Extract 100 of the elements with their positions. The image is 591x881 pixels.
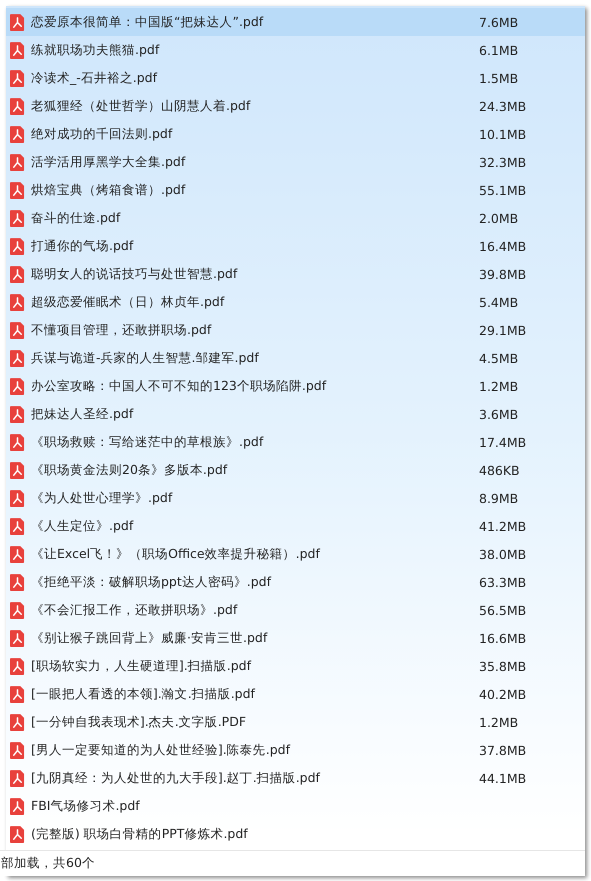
file-row[interactable]: 《拒绝平淡：破解职场ppt达人密码》.pdf 63.3MB: [6, 568, 585, 596]
file-row[interactable]: [一分钟自我表现术].杰夫.文字版.PDF 1.2MB: [6, 708, 585, 736]
file-name: 烘焙宝典（烤箱食谱）.pdf: [31, 182, 186, 198]
file-size: 1.2MB: [479, 378, 518, 394]
file-name: 打通你的气场.pdf: [31, 238, 134, 254]
file-name: 绝对成功的千回法则.pdf: [31, 126, 174, 142]
pdf-file-icon: [10, 14, 25, 30]
pdf-file-icon: [10, 546, 25, 562]
pdf-file-icon: [10, 602, 25, 618]
file-name: [职场软实力，人生硬道理].扫描版.pdf: [31, 658, 252, 674]
file-row[interactable]: 《职场救赎：写给迷茫中的草根族》.pdf 17.4MB: [6, 428, 585, 456]
file-name: (完整版) 职场白骨精的PPT修炼术.pdf: [31, 826, 249, 842]
file-size: 55.1MB: [479, 182, 526, 198]
file-row[interactable]: 恋爱原本很简单：中国版“把妹达人”.pdf 7.6MB: [6, 8, 585, 36]
file-name: 活学活用厚黑学大全集.pdf: [31, 154, 186, 170]
file-size: 32.3MB: [479, 154, 526, 170]
pdf-file-icon: [10, 266, 25, 282]
pdf-file-icon: [10, 518, 25, 534]
pdf-file-icon: [10, 742, 25, 758]
file-row[interactable]: [九阴真经：为人处世的九大手段].赵丁.扫描版.pdf 44.1MB: [6, 764, 585, 792]
file-name: 《为人处世心理学》.pdf: [31, 490, 174, 506]
file-row[interactable]: [男人一定要知道的为人处世经验].陈泰先.pdf 37.8MB: [6, 736, 585, 764]
file-row[interactable]: 绝对成功的千回法则.pdf 10.1MB: [6, 120, 585, 148]
file-size: 6.1MB: [479, 42, 518, 58]
file-row[interactable]: 超级恋爱催眠术（日）林贞年.pdf 5.4MB: [6, 288, 585, 316]
pdf-file-icon: [10, 826, 25, 842]
file-row[interactable]: 《职场黄金法则20条》多版本.pdf 486KB: [6, 456, 585, 484]
pdf-file-icon: [10, 490, 25, 506]
pdf-file-icon: [10, 462, 25, 478]
file-row[interactable]: 烘焙宝典（烤箱食谱）.pdf 55.1MB: [6, 176, 585, 204]
file-name: 超级恋爱催眠术（日）林贞年.pdf: [31, 294, 226, 310]
file-name: 《让Excel飞！》（职场Office效率提升秘籍）.pdf: [31, 546, 322, 562]
file-size: 24.3MB: [479, 98, 526, 114]
pdf-file-icon: [10, 322, 25, 338]
file-row[interactable]: 《不会汇报工作，还敢拼职场》.pdf 56.5MB: [6, 596, 585, 624]
file-row[interactable]: FBI气场修习术.pdf: [6, 792, 585, 820]
pdf-file-icon: [10, 658, 25, 674]
file-size: 3.6MB: [479, 406, 518, 422]
file-name: [一分钟自我表现术].杰夫.文字版.PDF: [31, 714, 248, 730]
file-row[interactable]: 不懂项目管理，还敢拼职场.pdf 29.1MB: [6, 316, 585, 344]
pdf-file-icon: [10, 406, 25, 422]
file-size: 16.4MB: [479, 238, 526, 254]
file-size: 486KB: [479, 462, 520, 478]
file-name: 兵谋与诡道-兵家的人生智慧.邹建军.pdf: [31, 350, 260, 366]
file-row[interactable]: 打通你的气场.pdf 16.4MB: [6, 232, 585, 260]
file-name: [九阴真经：为人处世的九大手段].赵丁.扫描版.pdf: [31, 770, 322, 786]
file-name: [男人一定要知道的为人处世经验].陈泰先.pdf: [31, 742, 292, 758]
pdf-file-icon: [10, 42, 25, 58]
file-size: 1.2MB: [479, 714, 518, 730]
file-size: 37.8MB: [479, 742, 526, 758]
pdf-file-icon: [10, 574, 25, 590]
pdf-file-icon: [10, 714, 25, 730]
file-name: 不懂项目管理，还敢拼职场.pdf: [31, 322, 212, 338]
file-name: 奋斗的仕途.pdf: [31, 210, 122, 226]
file-row[interactable]: 奋斗的仕途.pdf 2.0MB: [6, 204, 585, 232]
file-size: 35.8MB: [479, 658, 526, 674]
pdf-file-icon: [10, 70, 25, 86]
pdf-file-icon: [10, 238, 25, 254]
file-size: 40.2MB: [479, 686, 526, 702]
file-name: 《别让猴子跳回背上》威廉·安肯三世.pdf: [31, 630, 268, 646]
file-size: 38.0MB: [479, 546, 526, 562]
file-row[interactable]: 《让Excel飞！》（职场Office效率提升秘籍）.pdf 38.0MB: [6, 540, 585, 568]
file-row[interactable]: 办公室攻略：中国人不可不知的123个职场陷阱.pdf 1.2MB: [6, 372, 585, 400]
pdf-file-icon: [10, 798, 25, 814]
file-size: 5.4MB: [479, 294, 518, 310]
pdf-file-icon: [10, 378, 25, 394]
file-row[interactable]: 兵谋与诡道-兵家的人生智慧.邹建军.pdf 4.5MB: [6, 344, 585, 372]
file-size: 1.5MB: [479, 70, 518, 86]
pdf-file-icon: [10, 154, 25, 170]
pdf-file-icon: [10, 686, 25, 702]
file-name: 练就职场功夫熊猫.pdf: [31, 42, 160, 58]
pdf-file-icon: [10, 210, 25, 226]
file-row[interactable]: 老狐狸经（处世哲学）山阴慧人着.pdf 24.3MB: [6, 92, 585, 120]
file-row[interactable]: 活学活用厚黑学大全集.pdf 32.3MB: [6, 148, 585, 176]
file-row[interactable]: (完整版) 职场白骨精的PPT修炼术.pdf: [6, 820, 585, 848]
file-row[interactable]: [职场软实力，人生硬道理].扫描版.pdf 35.8MB: [6, 652, 585, 680]
pdf-file-icon: [10, 630, 25, 646]
file-row[interactable]: 聪明女人的说话技巧与处世智慧.pdf 39.8MB: [6, 260, 585, 288]
file-name: 恋爱原本很简单：中国版“把妹达人”.pdf: [31, 14, 264, 30]
file-size: 39.8MB: [479, 266, 526, 282]
file-row[interactable]: 冷读术_-石井裕之.pdf 1.5MB: [6, 64, 585, 92]
file-row[interactable]: 把妹达人圣经.pdf 3.6MB: [6, 400, 585, 428]
file-name: 把妹达人圣经.pdf: [31, 406, 134, 422]
file-name: 《不会汇报工作，还敢拼职场》.pdf: [31, 602, 238, 618]
file-name: 老狐狸经（处世哲学）山阴慧人着.pdf: [31, 98, 252, 114]
file-row[interactable]: 练就职场功夫熊猫.pdf 6.1MB: [6, 36, 585, 64]
file-size: 29.1MB: [479, 322, 526, 338]
pdf-file-icon: [10, 770, 25, 786]
file-size: 8.9MB: [479, 490, 518, 506]
file-row[interactable]: 《人生定位》.pdf 41.2MB: [6, 512, 585, 540]
file-name: 《职场黄金法则20条》多版本.pdf: [31, 462, 228, 478]
file-row[interactable]: 《别让猴子跳回背上》威廉·安肯三世.pdf 16.6MB: [6, 624, 585, 652]
file-name: 《职场救赎：写给迷茫中的草根族》.pdf: [31, 434, 264, 450]
file-name: 办公室攻略：中国人不可不知的123个职场陷阱.pdf: [31, 378, 328, 394]
file-size: 10.1MB: [479, 126, 526, 142]
file-row[interactable]: 《为人处世心理学》.pdf 8.9MB: [6, 484, 585, 512]
file-name: 《拒绝平淡：破解职场ppt达人密码》.pdf: [31, 574, 272, 590]
file-size: 7.6MB: [479, 14, 518, 30]
file-row[interactable]: [一眼把人看透的本领].瀚文.扫描版.pdf 40.2MB: [6, 680, 585, 708]
file-name: [一眼把人看透的本领].瀚文.扫描版.pdf: [31, 686, 256, 702]
